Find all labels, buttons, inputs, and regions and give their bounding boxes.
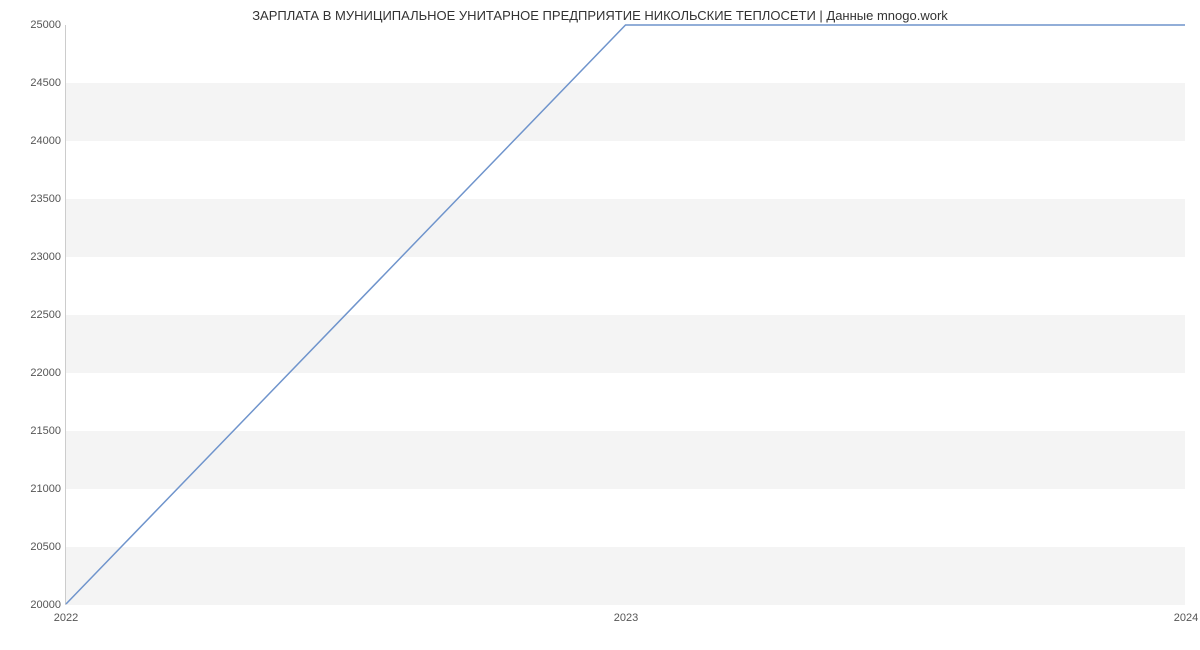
y-tick-label: 21000	[16, 483, 61, 495]
y-tick-label: 23500	[16, 193, 61, 205]
y-tick-label: 23000	[16, 251, 61, 263]
y-tick-label: 22000	[16, 367, 61, 379]
x-tick-label: 2023	[614, 612, 638, 624]
x-tick-label: 2024	[1174, 612, 1198, 624]
x-tick-label: 2022	[54, 612, 78, 624]
y-tick-label: 25000	[16, 19, 61, 31]
y-tick-label: 20500	[16, 541, 61, 553]
plot-area: 2000020500210002150022000225002300023500…	[65, 25, 1185, 605]
line-series	[66, 25, 1185, 604]
y-tick-label: 24000	[16, 135, 61, 147]
chart-title: ЗАРПЛАТА В МУНИЦИПАЛЬНОЕ УНИТАРНОЕ ПРЕДП…	[0, 0, 1200, 23]
y-tick-label: 22500	[16, 309, 61, 321]
y-tick-label: 24500	[16, 77, 61, 89]
y-tick-label: 20000	[16, 599, 61, 611]
y-tick-label: 21500	[16, 425, 61, 437]
chart-container: 20000 20500 21000 21500 22000 22500 23000 23500…	[0, 25, 1200, 635]
